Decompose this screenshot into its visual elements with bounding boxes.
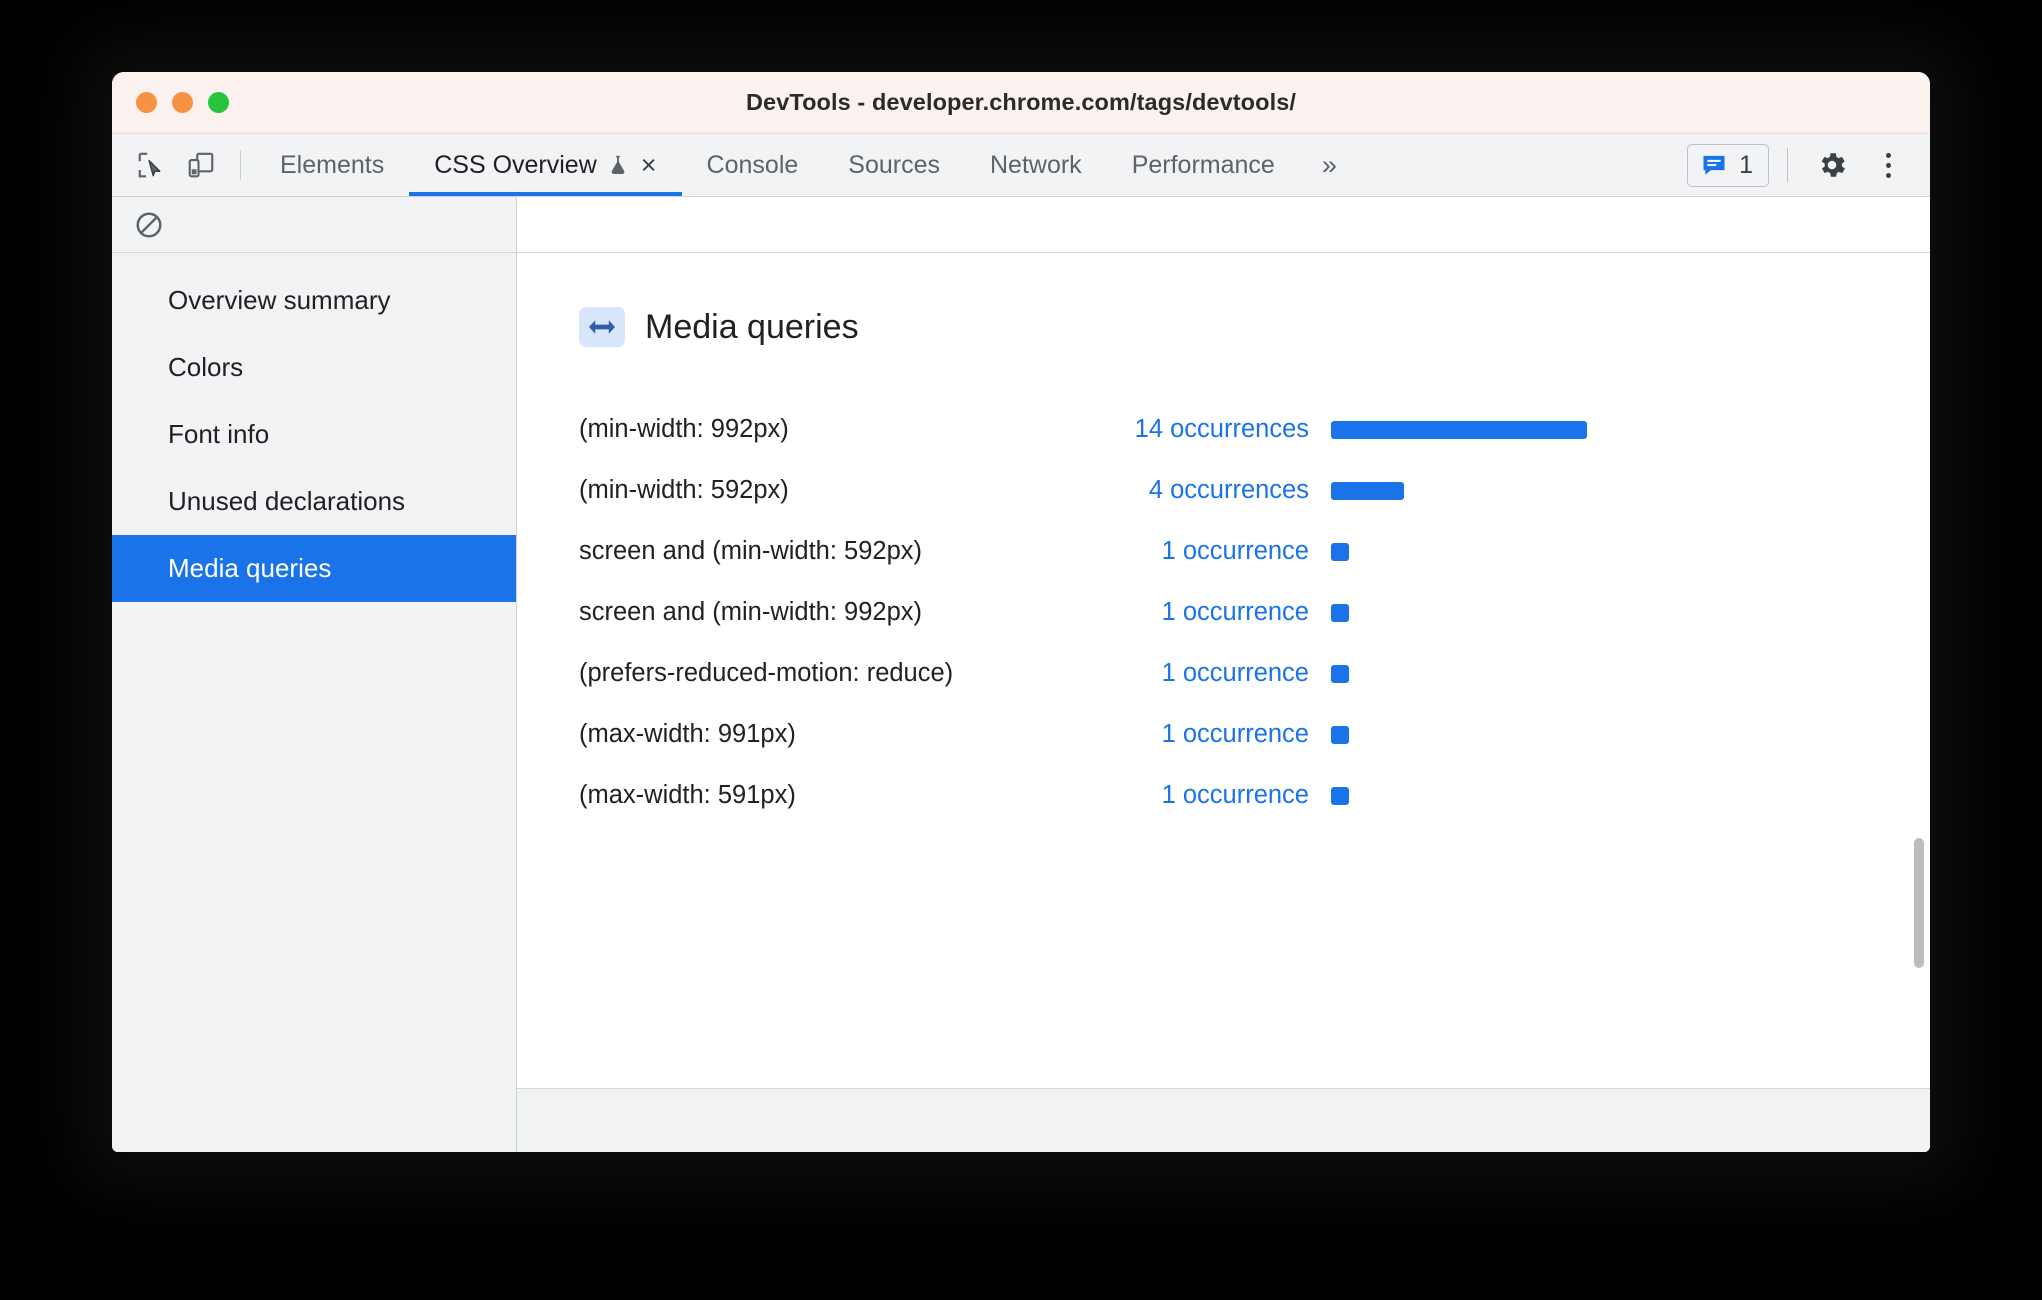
section-header: Media queries bbox=[579, 307, 1930, 347]
sidebar-item-label: Unused declarations bbox=[168, 486, 406, 516]
gear-icon[interactable] bbox=[1806, 139, 1858, 191]
more-tabs-chevron-icon[interactable]: » bbox=[1300, 134, 1359, 196]
occurrence-bar bbox=[1331, 481, 1404, 500]
vertical-scrollbar[interactable] bbox=[1914, 838, 1924, 968]
occurrence-link[interactable]: 1 occurrence bbox=[1079, 537, 1309, 566]
occurrence-link[interactable]: 14 occurrences bbox=[1079, 415, 1309, 444]
media-query-text: (min-width: 992px) bbox=[579, 415, 789, 443]
left-right-arrow-icon bbox=[579, 307, 625, 347]
occurrence-bar-wrap bbox=[1331, 725, 1349, 744]
toolbar-right-icons: 1 bbox=[1687, 134, 1930, 196]
traffic-lights bbox=[136, 92, 229, 113]
occurrence-link[interactable]: 1 occurrence bbox=[1079, 720, 1309, 749]
media-query-text: (max-width: 591px) bbox=[579, 781, 796, 809]
section-title: Media queries bbox=[645, 307, 859, 346]
occurrence-link[interactable]: 1 occurrence bbox=[1079, 781, 1309, 810]
occurrence-bar-wrap bbox=[1331, 603, 1349, 622]
panel-bottom-strip bbox=[517, 1088, 1930, 1152]
media-query-text: screen and (min-width: 592px) bbox=[579, 537, 922, 565]
kebab-dots bbox=[1885, 152, 1891, 178]
sidebar-item-label: Colors bbox=[168, 352, 244, 382]
occurrence-link[interactable]: 1 occurrence bbox=[1079, 598, 1309, 627]
window-title: DevTools - developer.chrome.com/tags/dev… bbox=[745, 89, 1297, 115]
tab-elements[interactable]: Elements bbox=[255, 134, 409, 196]
close-window-button[interactable] bbox=[136, 92, 157, 113]
devtools-tab-bar: Elements CSS Overview × Console Sources … bbox=[112, 134, 1930, 197]
toolbar-right-divider bbox=[1787, 148, 1788, 182]
window-title-bar: DevTools - developer.chrome.com/tags/dev… bbox=[112, 72, 1930, 134]
media-query-text: (max-width: 991px) bbox=[579, 720, 796, 748]
sidebar-item-media-queries[interactable]: Media queries bbox=[112, 535, 516, 602]
panel-body: Overview summary Colors Font info Unused… bbox=[112, 197, 1930, 1152]
occurrence-bar bbox=[1331, 664, 1349, 683]
occurrence-link[interactable]: 4 occurrences bbox=[1079, 476, 1309, 505]
occurrence-bar-wrap bbox=[1331, 786, 1349, 805]
occurrence-bar bbox=[1331, 725, 1349, 744]
experiment-flask-icon bbox=[607, 153, 629, 177]
close-tab-button[interactable]: × bbox=[641, 151, 657, 179]
tab-label: Elements bbox=[280, 150, 385, 179]
table-row: (min-width: 592px) 4 occurrences bbox=[579, 460, 1930, 521]
occurrence-bar-wrap bbox=[1331, 481, 1404, 500]
tab-performance[interactable]: Performance bbox=[1107, 134, 1300, 196]
panel-scroll-area: Media queries (min-width: 992px) 14 occu… bbox=[517, 253, 1930, 1088]
sidebar-item-colors[interactable]: Colors bbox=[112, 334, 516, 401]
occurrence-bar bbox=[1331, 420, 1587, 439]
media-queries-panel: Media queries (min-width: 992px) 14 occu… bbox=[517, 197, 1930, 1152]
tab-label: Console bbox=[706, 150, 799, 179]
sidebar-item-unused-declarations[interactable]: Unused declarations bbox=[112, 468, 516, 535]
tab-console[interactable]: Console bbox=[682, 134, 824, 196]
sidebar-toolbar bbox=[112, 197, 516, 253]
css-overview-sidebar: Overview summary Colors Font info Unused… bbox=[112, 197, 517, 1152]
occurrence-bar bbox=[1331, 603, 1349, 622]
tab-list: Elements CSS Overview × Console Sources … bbox=[255, 134, 1300, 196]
console-message-icon bbox=[1700, 151, 1728, 179]
media-query-text: (prefers-reduced-motion: reduce) bbox=[579, 659, 954, 687]
table-row: (prefers-reduced-motion: reduce) 1 occur… bbox=[579, 643, 1930, 704]
kebab-menu-icon[interactable] bbox=[1862, 139, 1914, 191]
tab-label: Sources bbox=[848, 150, 940, 179]
media-query-rows: (min-width: 992px) 14 occurrences (min-w… bbox=[517, 399, 1930, 826]
table-row: screen and (min-width: 592px) 1 occurren… bbox=[579, 521, 1930, 582]
tab-label: Network bbox=[990, 150, 1082, 179]
tab-css-overview[interactable]: CSS Overview × bbox=[409, 134, 682, 196]
occurrence-bar-wrap bbox=[1331, 664, 1349, 683]
toolbar-left-icons bbox=[112, 134, 255, 196]
tab-label: Performance bbox=[1131, 150, 1275, 179]
toolbar-divider bbox=[240, 150, 241, 180]
sidebar-item-label: Overview summary bbox=[168, 285, 391, 315]
device-toolbar-icon[interactable] bbox=[176, 134, 226, 196]
sidebar-item-font-info[interactable]: Font info bbox=[112, 401, 516, 468]
tab-label: CSS Overview bbox=[434, 150, 597, 179]
sidebar-item-overview-summary[interactable]: Overview summary bbox=[112, 267, 516, 334]
table-row: screen and (min-width: 992px) 1 occurren… bbox=[579, 582, 1930, 643]
media-query-text: (min-width: 592px) bbox=[579, 476, 789, 504]
panel-top-strip bbox=[517, 197, 1930, 253]
occurrence-bar bbox=[1331, 542, 1349, 561]
table-row: (min-width: 992px) 14 occurrences bbox=[579, 399, 1930, 460]
console-message-badge[interactable]: 1 bbox=[1687, 143, 1769, 187]
media-query-text: screen and (min-width: 992px) bbox=[579, 598, 922, 626]
occurrence-link[interactable]: 1 occurrence bbox=[1079, 659, 1309, 688]
block-clear-icon[interactable] bbox=[134, 210, 164, 240]
sidebar-item-label: Font info bbox=[168, 419, 270, 449]
devtools-window: DevTools - developer.chrome.com/tags/dev… bbox=[112, 72, 1930, 1152]
tab-network[interactable]: Network bbox=[965, 134, 1107, 196]
console-message-count: 1 bbox=[1739, 150, 1753, 179]
minimize-window-button[interactable] bbox=[172, 92, 193, 113]
sidebar-item-label: Media queries bbox=[168, 553, 332, 583]
occurrence-bar-wrap bbox=[1331, 420, 1587, 439]
table-row: (max-width: 991px) 1 occurrence bbox=[579, 704, 1930, 765]
maximize-window-button[interactable] bbox=[208, 92, 229, 113]
occurrence-bar bbox=[1331, 786, 1349, 805]
occurrence-bar-wrap bbox=[1331, 542, 1349, 561]
inspect-element-icon[interactable] bbox=[126, 134, 176, 196]
table-row: (max-width: 591px) 1 occurrence bbox=[579, 765, 1930, 826]
sidebar-item-list: Overview summary Colors Font info Unused… bbox=[112, 253, 516, 602]
tab-sources[interactable]: Sources bbox=[823, 134, 965, 196]
